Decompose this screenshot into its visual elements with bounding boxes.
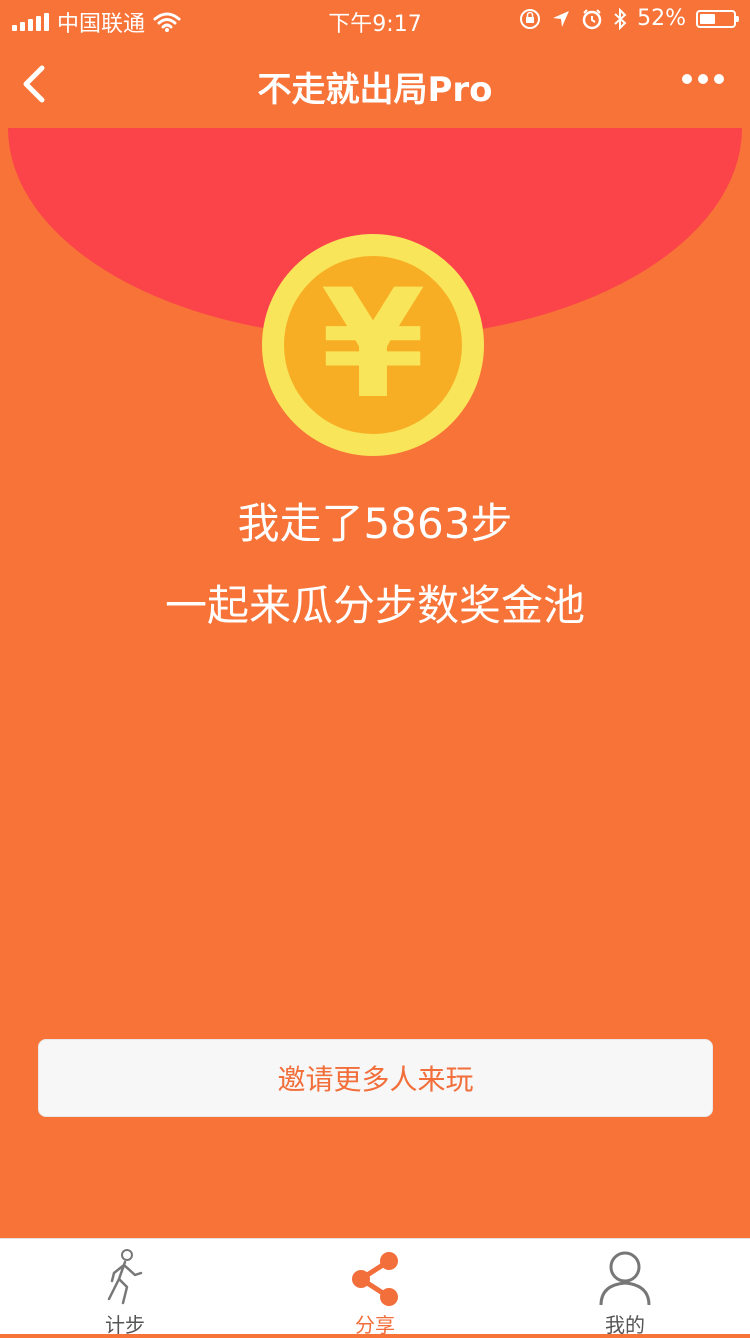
- yuan-symbol: ¥: [284, 256, 462, 434]
- page-title: 不走就出局Pro: [257, 70, 493, 110]
- more-options-icon[interactable]: [682, 74, 724, 84]
- share-icon: [352, 1252, 398, 1306]
- battery-percent: 52%: [637, 6, 686, 31]
- location-icon: [553, 10, 570, 27]
- invite-more-button[interactable]: 邀请更多人来玩: [38, 1039, 713, 1117]
- coin-icon[interactable]: ¥: [262, 234, 484, 456]
- status-right: 52%: [519, 6, 739, 31]
- battery-icon: [696, 9, 739, 28]
- tab-mine[interactable]: 我的: [500, 1239, 750, 1337]
- alarm-icon: [582, 8, 602, 29]
- orientation-lock-icon: [520, 8, 541, 29]
- invite-text: 一起来瓜分步数奖金池: [164, 581, 585, 630]
- steps-text: 我走了5863步: [237, 499, 513, 548]
- walking-person-icon: [107, 1249, 143, 1305]
- tab-bar: 计步 分享 我的: [0, 1238, 750, 1337]
- tab-steps[interactable]: 计步: [0, 1239, 250, 1337]
- navigation-bar: 不走就出局Pro: [0, 40, 750, 128]
- bluetooth-icon: [614, 7, 627, 30]
- tab-share[interactable]: 分享: [250, 1239, 500, 1337]
- person-icon: [599, 1251, 651, 1306]
- status-bar: 中国联通 下午9:17 52%: [0, 0, 750, 40]
